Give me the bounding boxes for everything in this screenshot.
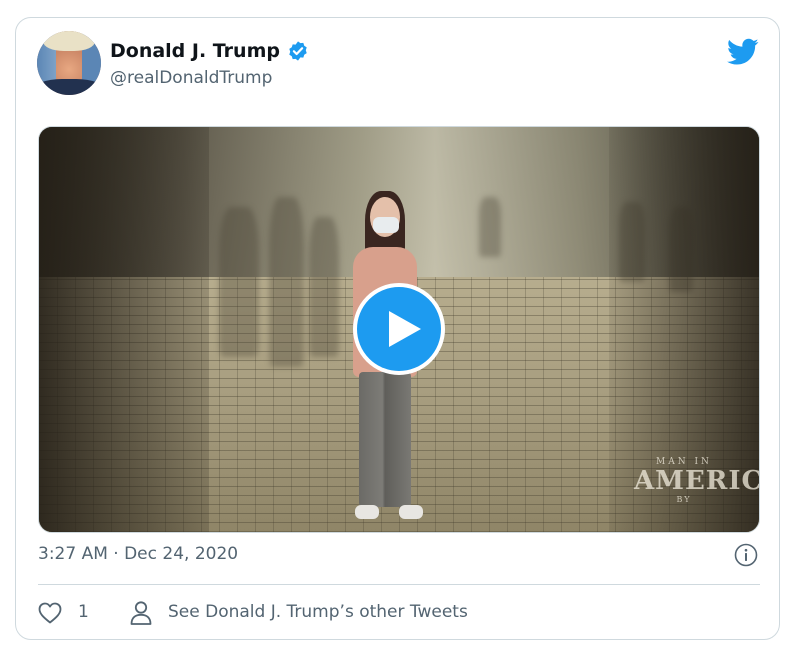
blurred-pedestrian (269, 197, 304, 367)
avatar-suit (37, 79, 101, 95)
woman-legs (359, 372, 411, 507)
shoe (355, 505, 379, 519)
person-icon[interactable] (129, 600, 153, 626)
shoe (399, 505, 423, 519)
tweet-video[interactable]: MAN IN AMERICA BY (38, 126, 760, 533)
tweet-timestamp[interactable]: 3:27 AM · Dec 24, 2020 (38, 544, 238, 564)
tweet-card: Donald J. Trump @realDonaldTrump MAN IN … (15, 17, 780, 640)
twitter-bird-icon[interactable] (727, 38, 759, 66)
author-name[interactable]: Donald J. Trump (110, 40, 280, 62)
author-handle[interactable]: @realDonaldTrump (110, 68, 272, 88)
divider (38, 584, 760, 585)
blurred-pedestrian (219, 207, 259, 357)
info-icon[interactable] (734, 543, 758, 567)
video-watermark: MAN IN AMERICA BY (634, 457, 759, 504)
video-left-shadow (39, 127, 209, 532)
like-count: 1 (78, 602, 89, 622)
avatar[interactable] (37, 31, 101, 95)
watermark-main: AMERICA (634, 466, 759, 496)
blurred-pedestrian (309, 217, 339, 357)
play-icon (389, 311, 421, 347)
verified-badge-icon (289, 41, 307, 61)
see-other-tweets-link[interactable]: See Donald J. Trump’s other Tweets (168, 602, 468, 622)
heart-icon[interactable] (38, 602, 62, 624)
play-button[interactable] (353, 283, 445, 375)
face-mask (373, 217, 399, 233)
blurred-pedestrian (479, 197, 501, 257)
avatar-hair (43, 31, 95, 51)
watermark-bottom: BY (676, 495, 692, 504)
